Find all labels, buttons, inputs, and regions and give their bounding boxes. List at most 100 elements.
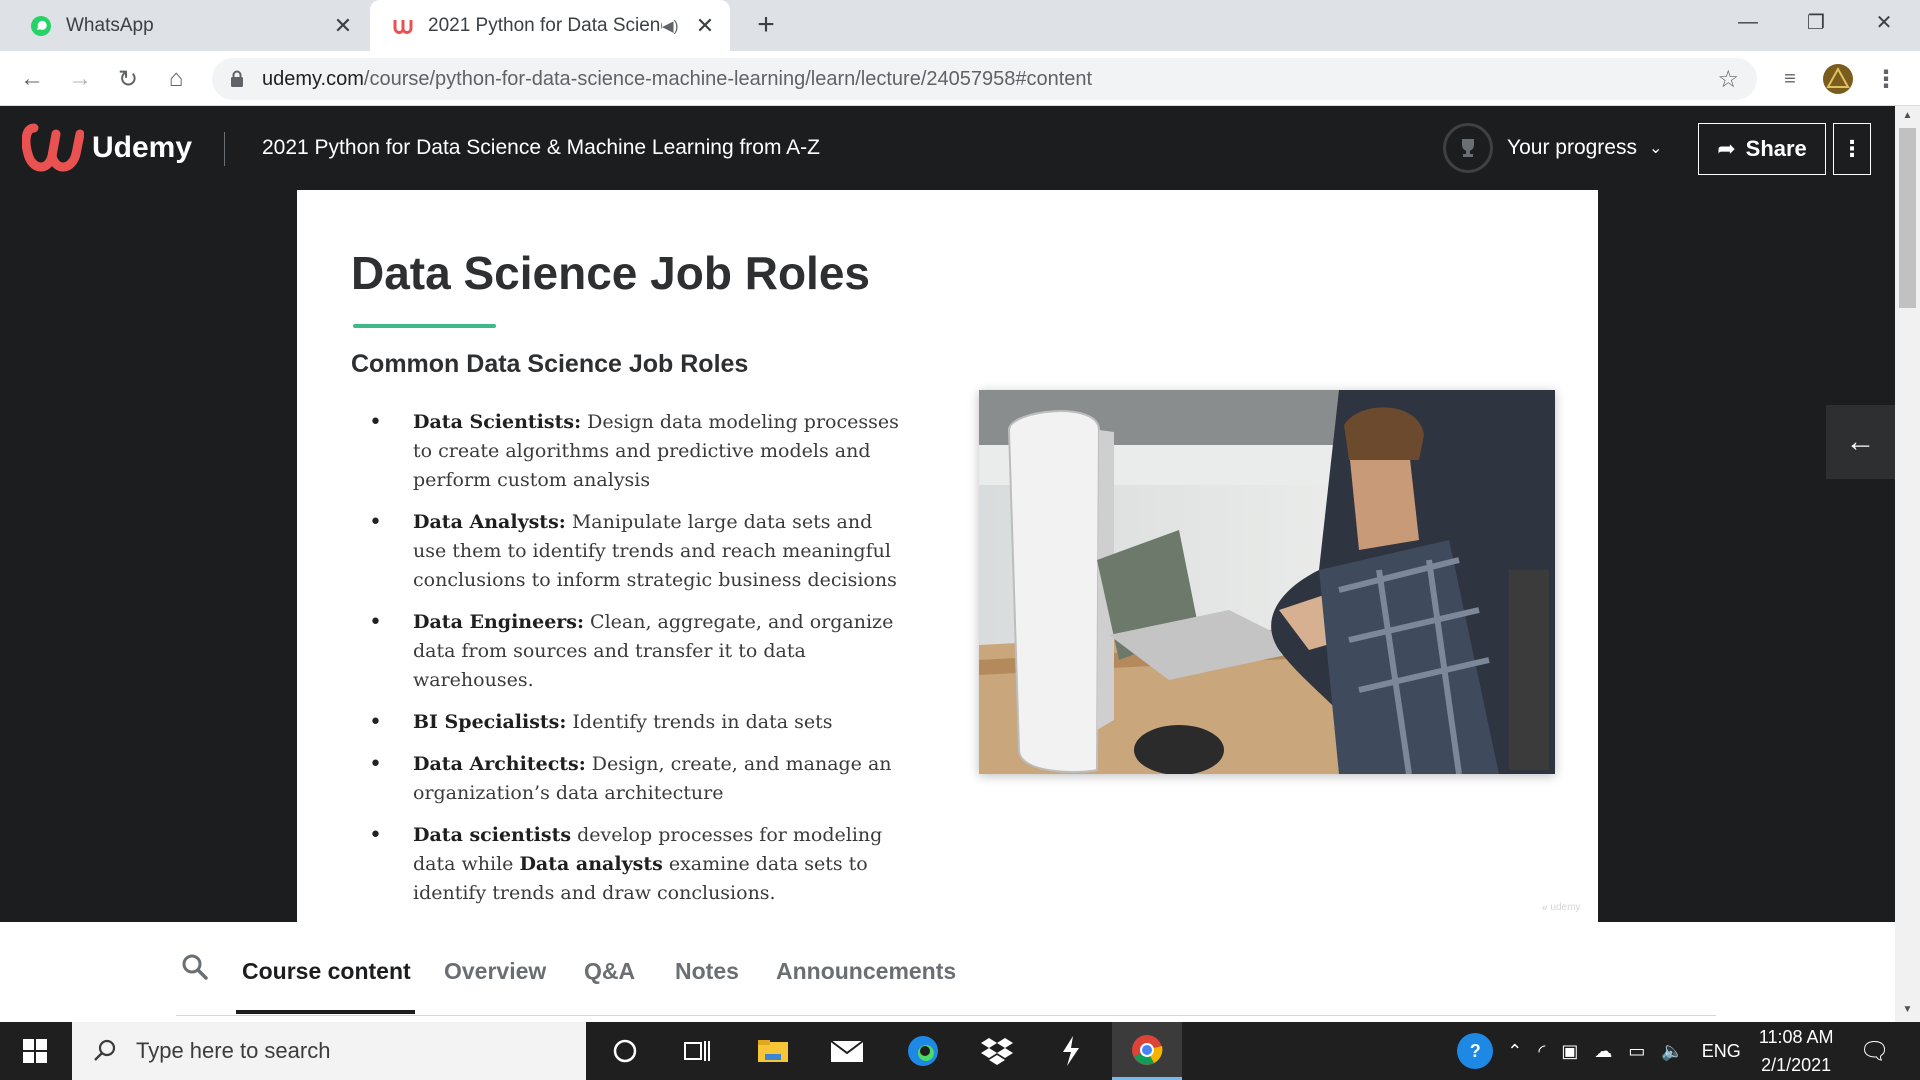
role-term: Data Architects: xyxy=(413,753,586,775)
new-tab-button[interactable]: + xyxy=(748,8,784,44)
browser-toolbar: ← → ↻ ⌂ udemy.com/course/python-for-data… xyxy=(0,51,1920,106)
reload-icon[interactable]: ↻ xyxy=(110,61,146,97)
cortana-icon[interactable] xyxy=(590,1022,660,1080)
notifications-icon[interactable]: 🗨 xyxy=(1860,1037,1890,1066)
tab-udemy-course[interactable]: 2021 Python for Data Scienc ◀) ✕ xyxy=(370,0,730,51)
role-term: BI Specialists: xyxy=(413,711,567,733)
clock-time: 11:08 AM xyxy=(1758,1027,1834,1047)
close-icon[interactable]: ✕ xyxy=(692,13,718,39)
summary-term: Data analysts xyxy=(519,853,663,875)
progress-dropdown[interactable]: Your progress ⌄ xyxy=(1443,122,1662,174)
battery-icon[interactable]: ▭ xyxy=(1628,1041,1645,1062)
lecture-player[interactable]: Data Science Job Roles Common Data Scien… xyxy=(0,190,1895,922)
scroll-down-icon[interactable]: ▼ xyxy=(1899,1002,1916,1018)
file-explorer-icon[interactable] xyxy=(738,1022,808,1080)
bullet-icon: • xyxy=(369,823,382,848)
brand-wordmark: Udemy xyxy=(92,131,193,164)
speaker-icon[interactable]: ◀) xyxy=(662,17,684,35)
udemy-logo-icon xyxy=(22,123,84,172)
browser-menu-icon[interactable]: ⋮ xyxy=(1868,61,1904,97)
taskbar-search-input[interactable]: Type here to search xyxy=(72,1022,586,1080)
course-tabs: Course content Overview Q&A Notes Announ… xyxy=(176,922,1716,1016)
app-shortcut-icon[interactable] xyxy=(1036,1022,1106,1080)
list-item: • Data Scientists: Design data modeling p… xyxy=(369,408,909,495)
avatar[interactable] xyxy=(1820,61,1856,97)
course-header: Udemy 2021 Python for Data Science & Mac… xyxy=(0,106,1895,190)
udemy-watermark-icon: 𝓊 udemy xyxy=(1542,902,1581,913)
bullet-icon: • xyxy=(369,610,382,635)
edge-browser-icon[interactable] xyxy=(888,1022,958,1080)
list-item: • Data scientists develop processes for m… xyxy=(369,821,909,908)
chevron-up-icon[interactable]: ⌃ xyxy=(1507,1041,1522,1062)
url-text: udemy.com/course/python-for-data-science… xyxy=(262,68,1092,91)
title-underline xyxy=(353,324,496,328)
back-icon[interactable]: ← xyxy=(14,61,50,97)
wifi-icon[interactable]: ◜ xyxy=(1538,1041,1545,1062)
profile-avatar-icon xyxy=(1823,64,1853,94)
whatsapp-icon xyxy=(31,15,51,36)
trophy-icon xyxy=(1443,123,1493,173)
tab-notes[interactable]: Notes xyxy=(675,958,739,985)
more-options-icon[interactable]: ⋮ xyxy=(1833,123,1871,175)
bullet-icon: • xyxy=(369,710,382,735)
chrome-icon[interactable] xyxy=(1112,1022,1182,1080)
share-button[interactable]: ➦ Share xyxy=(1698,123,1826,175)
man-at-computer-image xyxy=(979,390,1555,774)
forward-icon[interactable]: → xyxy=(62,61,98,97)
tab-announcements[interactable]: Announcements xyxy=(776,958,956,985)
udemy-favicon-icon xyxy=(393,19,413,34)
help-icon[interactable]: ? xyxy=(1457,1033,1494,1069)
summary-term: Data scientists xyxy=(413,824,572,846)
role-desc: Identify trends in data sets xyxy=(566,711,833,733)
bullet-icon: • xyxy=(369,510,382,535)
volume-icon[interactable]: 🔈 xyxy=(1661,1041,1683,1062)
slide-photo xyxy=(979,390,1555,774)
role-term: Data Analysts: xyxy=(413,511,566,533)
search-placeholder: Type here to search xyxy=(136,1038,331,1063)
close-icon[interactable]: ✕ xyxy=(330,13,356,39)
udemy-logo[interactable]: Udemy xyxy=(22,118,192,178)
windows-taskbar: Type here to search ? ⌃ ◜ ▣ ☁ ▭ 🔈 ENG 11… xyxy=(0,1022,1920,1080)
role-term: Data Engineers: xyxy=(413,611,584,633)
clock-date: 2/1/2021 xyxy=(1761,1055,1832,1075)
onedrive-icon[interactable]: ☁ xyxy=(1594,1041,1612,1062)
dropbox-icon[interactable] xyxy=(962,1022,1032,1080)
search-icon xyxy=(94,1039,116,1061)
role-term: Data Scientists: xyxy=(413,411,582,433)
back-arrow-icon[interactable]: ← xyxy=(1826,405,1895,479)
star-icon[interactable]: ☆ xyxy=(1717,65,1739,94)
progress-label: Your progress xyxy=(1507,136,1637,159)
bullet-icon: • xyxy=(369,410,382,435)
close-window-icon[interactable]: ✕ xyxy=(1850,0,1918,44)
meet-now-icon[interactable]: ▣ xyxy=(1561,1041,1578,1062)
url-host: udemy.com xyxy=(262,67,364,90)
windows-start-icon[interactable] xyxy=(0,1022,70,1080)
lock-icon xyxy=(231,70,243,87)
active-tab-indicator xyxy=(236,1010,415,1014)
search-icon[interactable] xyxy=(180,952,210,982)
share-arrow-icon: ➦ xyxy=(1717,136,1736,161)
media-control-icon[interactable]: ≡ xyxy=(1772,61,1808,97)
address-bar[interactable]: udemy.com/course/python-for-data-science… xyxy=(212,58,1757,100)
course-title[interactable]: 2021 Python for Data Science & Machine L… xyxy=(262,136,820,160)
scrollbar-thumb[interactable] xyxy=(1899,128,1916,308)
mail-icon[interactable] xyxy=(812,1022,882,1080)
list-item: • Data Engineers: Clean, aggregate, and o… xyxy=(369,608,909,695)
language-indicator[interactable]: ENG xyxy=(1702,1041,1741,1062)
tab-course-content[interactable]: Course content xyxy=(242,958,411,985)
task-view-icon[interactable] xyxy=(662,1022,732,1080)
tab-qa[interactable]: Q&A xyxy=(584,958,635,985)
clock[interactable]: 11:08 AM 2/1/2021 xyxy=(1759,1023,1834,1079)
restore-icon[interactable]: ❐ xyxy=(1782,0,1850,44)
chevron-down-icon: ⌄ xyxy=(1648,140,1663,157)
slide-title: Data Science Job Roles xyxy=(351,247,870,299)
tab-whatsapp[interactable]: WhatsApp ✕ xyxy=(8,0,368,51)
tab-overview[interactable]: Overview xyxy=(444,958,546,985)
tab-title: WhatsApp xyxy=(66,14,154,36)
scroll-up-icon[interactable]: ▲ xyxy=(1899,108,1916,124)
tab-title: 2021 Python for Data Scienc xyxy=(428,14,662,36)
home-icon[interactable]: ⌂ xyxy=(158,61,194,97)
system-tray: ? ⌃ ◜ ▣ ☁ ▭ 🔈 ENG 11:08 AM 2/1/2021 🗨 xyxy=(1457,1022,1920,1080)
share-label: Share xyxy=(1745,136,1807,161)
minimize-icon[interactable]: — xyxy=(1714,0,1782,44)
